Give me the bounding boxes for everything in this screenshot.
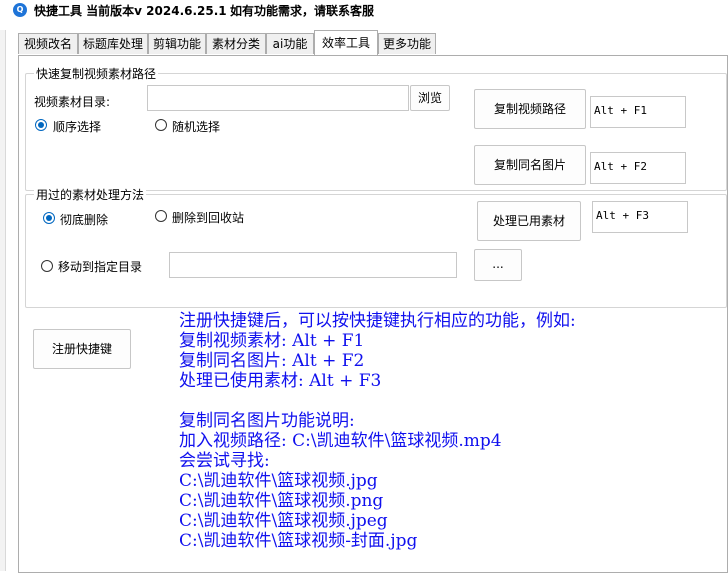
app-logo-icon: Q (13, 3, 27, 17)
help-line: 处理已使用素材: Alt + F3 (179, 371, 382, 391)
tab-material-classify[interactable]: 素材分类 (206, 33, 266, 54)
help-line: C:\凯迪软件\篮球视频.png (179, 491, 384, 511)
help-line: 会尝试寻找: (179, 451, 270, 471)
material-dir-input[interactable] (147, 85, 409, 111)
background-window-edge (0, 30, 6, 571)
radio-random[interactable] (155, 119, 167, 131)
help-line: C:\凯迪软件\篮球视频.jpg (179, 471, 378, 491)
browse-button[interactable]: 浏览 (410, 85, 450, 111)
tab-ai[interactable]: ai功能 (266, 33, 314, 54)
tab-title-library[interactable]: 标题库处理 (78, 33, 148, 54)
copy-same-name-image-button[interactable]: 复制同名图片 (474, 145, 586, 185)
dir-label: 视频素材目录: (34, 95, 111, 109)
contact-note: 如有功能需求，请联系客服 (230, 4, 375, 18)
help-line: 复制同名图片: Alt + F2 (179, 351, 365, 371)
processing-group-title: 用过的素材处理方法 (34, 186, 147, 203)
copy-video-path-button[interactable]: 复制视频路径 (474, 89, 586, 129)
copy-video-hotkey-field[interactable]: Alt + F1 (590, 96, 686, 128)
radio-random-label: 随机选择 (172, 120, 221, 134)
help-line: 加入视频路径: C:\凯迪软件\篮球视频.mp4 (179, 431, 502, 451)
copy-group-title: 快速复制视频素材路径 (34, 65, 159, 82)
radio-sequential-label: 顺序选择 (53, 120, 102, 134)
radio-sequential[interactable] (35, 119, 47, 131)
help-line: 复制同名图片功能说明: (179, 411, 355, 431)
process-hotkey-field[interactable]: Alt + F3 (592, 201, 688, 233)
tab-efficiency-tools[interactable]: 效率工具 (314, 30, 378, 55)
move-dir-input[interactable] (169, 252, 457, 278)
help-text: 注册快捷键后，可以按快捷键执行相应的功能，例如: 复制视频素材: Alt + F1… (179, 311, 576, 551)
tab-video-rename[interactable]: 视频改名 (18, 33, 78, 54)
help-line: 复制视频素材: Alt + F1 (179, 331, 365, 351)
radio-delete-permanently[interactable] (43, 212, 55, 224)
radio-move-label: 移动到指定目录 (58, 260, 143, 274)
window-title: 快捷工具 当前版本v 2024.6.25.1 (34, 4, 227, 18)
help-line: C:\凯迪软件\篮球视频.jpeg (179, 511, 388, 531)
title-bar: Q 快捷工具 当前版本v 2024.6.25.1 如有功能需求，请联系客服 (0, 0, 728, 30)
process-used-material-button[interactable]: 处理已用素材 (477, 201, 581, 241)
register-hotkey-button[interactable]: 注册快捷键 (33, 329, 131, 369)
tab-panel: 快速复制视频素材路径 视频素材目录: 浏览 顺序选择 随机选择 复制视频路径 A… (18, 55, 728, 573)
tab-editing[interactable]: 剪辑功能 (148, 33, 206, 54)
copy-image-hotkey-field[interactable]: Alt + F2 (590, 152, 686, 184)
help-line (179, 391, 576, 411)
radio-recycle-bin[interactable] (155, 210, 167, 222)
pick-dir-button[interactable]: ... (474, 249, 522, 281)
radio-recycle-label: 删除到回收站 (172, 211, 245, 225)
help-line: 注册快捷键后，可以按快捷键执行相应的功能，例如: (179, 311, 576, 331)
radio-move-to-dir[interactable] (41, 260, 53, 272)
tab-more[interactable]: 更多功能 (378, 33, 436, 54)
help-line: C:\凯迪软件\篮球视频-封面.jpg (179, 531, 418, 551)
radio-delete-label: 彻底删除 (60, 213, 109, 227)
